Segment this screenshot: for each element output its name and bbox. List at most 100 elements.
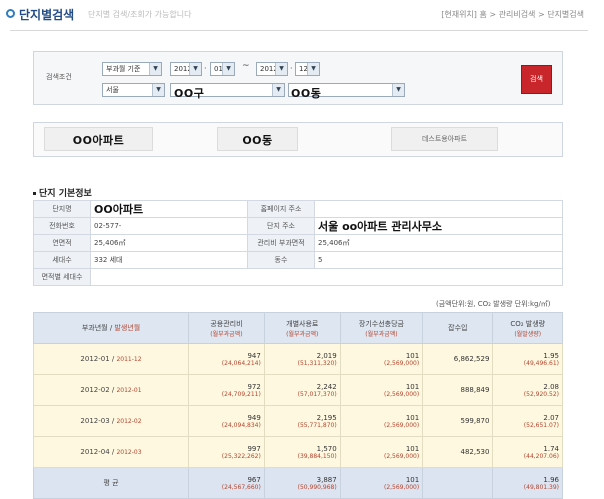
repair-fund-cell: 101 (2,569,000) xyxy=(339,436,424,468)
column-header: 부과년월 / 발생년월 xyxy=(33,312,189,344)
breadcrumb: [현재위치] 홈 > 관리비검색 > 단지별검색 xyxy=(441,10,584,19)
common-fee-value: 967 xyxy=(247,475,261,484)
co2-cell: 1.74 (44,207.06) xyxy=(492,436,563,468)
misc-income-cell xyxy=(422,467,494,499)
from-month-select[interactable]: 01 ▼ xyxy=(210,62,235,76)
city-value: 서울 xyxy=(106,86,119,94)
common-fee-total: (24,094,834) xyxy=(221,421,261,429)
homepage-value xyxy=(314,200,563,218)
average-row: 평 균 967 (24,567,660) 3,887 (50,990,968) 10… xyxy=(33,467,563,499)
co2-value: 1.96 xyxy=(543,475,559,484)
chevron-down-icon: ▼ xyxy=(392,84,404,96)
info-key: 동수 xyxy=(247,251,315,269)
column-header-sub: (월부과금액) xyxy=(210,330,243,338)
households-value: 332 세대 xyxy=(90,251,248,269)
repair-fund-cell: 101 (2,569,000) xyxy=(339,467,424,499)
table-row: 2012-02 / 2012-01 972 (24,709,211) 2,242(… xyxy=(33,374,563,406)
individual-fee-cell: 2,019 (51,311,320) xyxy=(263,343,341,375)
misc-income-cell: 482,530 xyxy=(422,436,494,468)
dong-tab-label: OO동 xyxy=(242,134,273,147)
co2-value: 2.07 xyxy=(543,413,559,422)
repair-fund-total: (2,569,000) xyxy=(383,452,420,460)
square-bullet-icon xyxy=(33,192,36,195)
chevron-down-icon: ▼ xyxy=(152,84,164,96)
chevron-down-icon: ▼ xyxy=(307,63,319,75)
info-key: 홈페이지 주소 xyxy=(247,200,315,218)
table-row: 2012-01 / 2011-12 947 (24,064,214) 2,019(… xyxy=(33,343,563,375)
common-fee-cell: 997 (25,322,262) xyxy=(188,436,265,468)
sub-period-value: 2011-12 xyxy=(116,356,142,363)
co2-value: 2.08 xyxy=(543,382,559,391)
repair-fund-total: (2,569,000) xyxy=(383,359,420,367)
column-header-sub: (월부과금액) xyxy=(286,330,319,338)
dong-tab[interactable]: OO동 xyxy=(217,127,298,151)
households-by-area-value xyxy=(90,268,563,286)
column-header-main: CO₂ 발생량 xyxy=(510,319,546,328)
table-header-row: 부과년월 / 발생년월 공용관리비 (월부과금액) 개별사용료 (월부과금액) 장기… xyxy=(33,312,563,344)
city-select[interactable]: 서울 ▼ xyxy=(102,83,165,97)
table-row: 단지명 OO아파트 홈페이지 주소 xyxy=(33,200,563,218)
basis-value: 부과월 기준 xyxy=(106,65,141,73)
chevron-down-icon: ▼ xyxy=(222,63,234,75)
basic-info-table: 단지명 OO아파트 홈페이지 주소 전화번호 02-577- 단지 주소 서울 … xyxy=(33,200,563,286)
individual-fee-value: 2,195 xyxy=(316,413,337,422)
to-month-select[interactable]: 12 ▼ xyxy=(295,62,320,76)
period-value: 2012-03 xyxy=(80,417,110,425)
repair-fund-value: 101 xyxy=(405,444,420,453)
info-key: 단지명 xyxy=(33,200,91,218)
period-value: 2012-04 xyxy=(80,448,110,456)
apartment-tab[interactable]: OO아파트 xyxy=(44,127,153,151)
common-fee-cell: 967 (24,567,660) xyxy=(188,467,265,499)
common-fee-cell: 972 (24,709,211) xyxy=(188,374,265,406)
period-value: 2012-01 xyxy=(80,355,110,363)
building-count-value: 5 xyxy=(314,251,563,269)
header-divider xyxy=(10,30,588,31)
info-key: 면적별 세대수 xyxy=(33,268,91,286)
column-header-main: 개별사용료 xyxy=(286,319,319,328)
info-key: 관리비 부과면적 xyxy=(247,234,315,252)
co2-total: (52,920.52) xyxy=(523,390,559,398)
repair-fund-value: 101 xyxy=(405,475,420,484)
from-year-select[interactable]: 2012 ▼ xyxy=(170,62,202,76)
chevron-down-icon: ▼ xyxy=(272,84,284,96)
co2-cell: 1.95 (49,496.61) xyxy=(492,343,563,375)
column-header: 공용관리비 (월부과금액) xyxy=(188,312,265,344)
common-fee-total: (25,322,262) xyxy=(221,452,261,460)
info-key: 전화번호 xyxy=(33,217,91,235)
column-header-sub: (월발생량) xyxy=(514,330,542,338)
page-subtitle: 단지별 검색/조회가 가능합니다 xyxy=(88,10,192,19)
table-row: 면적별 세대수 xyxy=(33,268,563,286)
district-value: OO구 xyxy=(174,87,205,100)
co2-total: (52,651.07) xyxy=(523,421,559,429)
test-apartment-tab[interactable]: 데스트용아파트 xyxy=(391,127,498,151)
dong-value: OO동 xyxy=(291,87,322,100)
search-button[interactable]: 검색 xyxy=(521,65,552,94)
individual-fee-value: 2,242 xyxy=(316,382,337,391)
individual-fee-value: 1,570 xyxy=(316,444,337,453)
column-header-main: 장기수선충당금 xyxy=(358,319,404,328)
billing-area-value: 25,406㎡ xyxy=(314,234,563,252)
date-separator: · xyxy=(204,64,207,73)
co2-cell: 2.08 (52,920.52) xyxy=(492,374,563,406)
date-separator: · xyxy=(290,64,293,73)
info-key: 단지 주소 xyxy=(247,217,315,235)
repair-fund-cell: 101 (2,569,000) xyxy=(339,374,424,406)
bullet-icon xyxy=(6,9,15,18)
table-row: 2012-03 / 2012-02 949 (24,094,834) 2,195(… xyxy=(33,405,563,437)
apartment-name-value: OO아파트 xyxy=(90,200,248,218)
period-cell: 2012-02 / 2012-01 xyxy=(33,374,189,406)
common-fee-total: (24,567,660) xyxy=(221,483,261,491)
individual-fee-cell: 3,887 (50,990,968) xyxy=(263,467,341,499)
chevron-down-icon: ▼ xyxy=(275,63,287,75)
basis-select[interactable]: 부과월 기준 ▼ xyxy=(102,62,162,76)
co2-value: 1.74 xyxy=(543,444,559,453)
misc-income-cell: 599,870 xyxy=(422,405,494,437)
apartment-tab-label: OO아파트 xyxy=(72,134,125,147)
section-title-text: 단지 기본정보 xyxy=(39,189,92,199)
to-year-select[interactable]: 2012 ▼ xyxy=(256,62,288,76)
column-header-sub: 발생년월 xyxy=(114,324,141,332)
sub-period-value: 2012-01 xyxy=(116,387,142,394)
column-header: 장기수선충당금 (월부과금액) xyxy=(339,312,424,344)
individual-fee-total: (57,017,370) xyxy=(297,390,337,398)
common-fee-value: 972 xyxy=(247,382,261,391)
